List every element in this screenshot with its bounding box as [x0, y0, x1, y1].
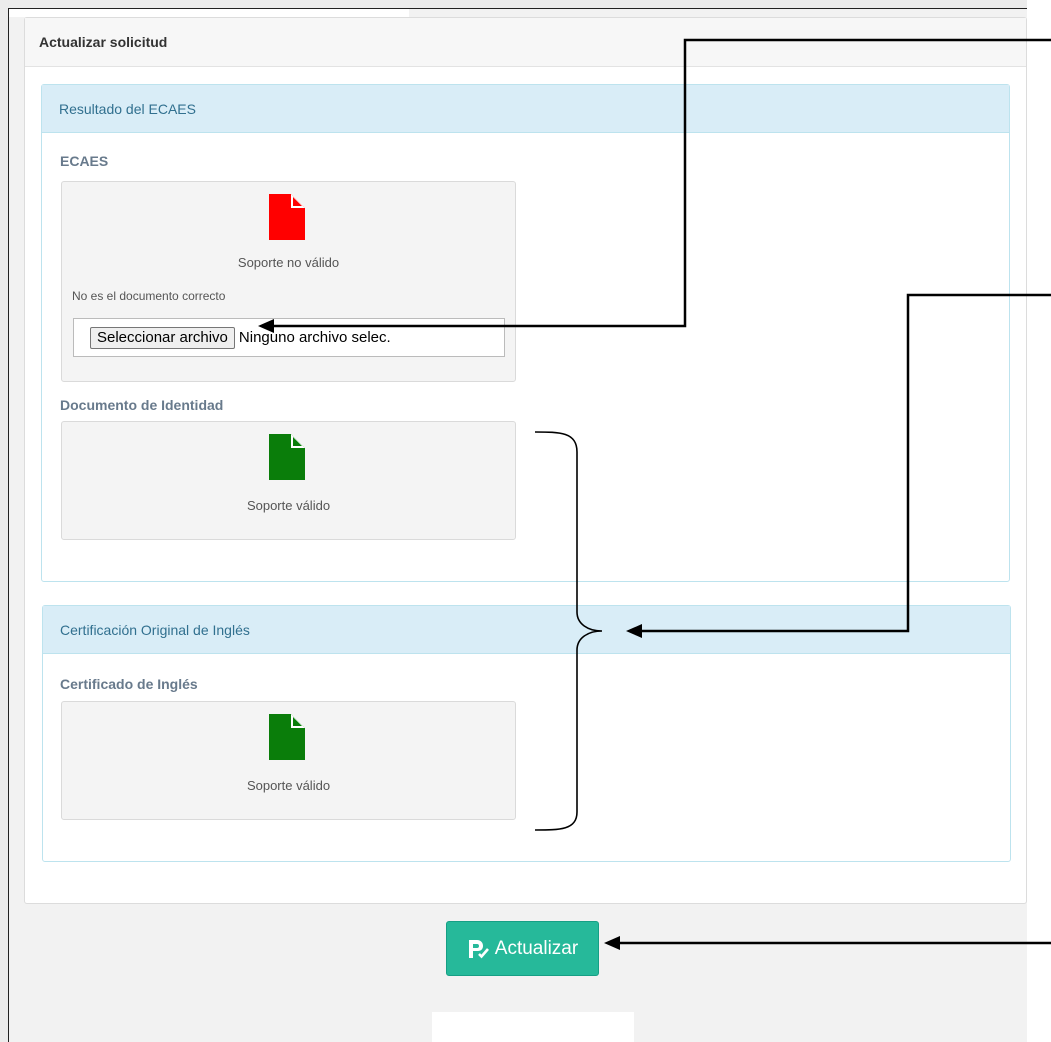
frame-corner: [9, 9, 409, 17]
file-signature-icon: [468, 939, 489, 958]
blank-area: [432, 1012, 634, 1042]
doc-card-english: Soporte válido: [61, 701, 516, 820]
update-button-label: Actualizar: [494, 937, 579, 959]
status-text: Soporte válido: [246, 778, 331, 793]
status-text: Soporte válido: [246, 498, 331, 513]
doc-card-identity: Soporte válido: [61, 421, 516, 540]
doc-card-ecaes: Soporte no válido No es el documento cor…: [61, 181, 516, 382]
panel-title: Actualizar solicitud: [25, 18, 1026, 67]
doc-label-identity: Documento de Identidad: [60, 397, 224, 413]
select-file-button[interactable]: Seleccionar archivo: [90, 326, 235, 349]
update-button[interactable]: Actualizar: [446, 921, 599, 976]
file-icon: [269, 714, 305, 760]
update-request-panel: Actualizar solicitud Resultado del ECAES…: [24, 17, 1027, 904]
status-note: No es el documento correcto: [72, 289, 226, 303]
no-file-selected-text: Ninguno archivo selec.: [238, 329, 391, 346]
section-ecaes-result: Resultado del ECAES ECAES Soporte no vál…: [41, 84, 1010, 582]
outer-margin: [1027, 0, 1051, 1042]
section-english-certification: Certificación Original de Inglés Certifi…: [42, 605, 1011, 862]
file-icon: [269, 434, 305, 480]
section-title: Resultado del ECAES: [42, 85, 1009, 133]
file-icon: [269, 194, 305, 240]
doc-label-english: Certificado de Inglés: [60, 676, 198, 692]
doc-label-ecaes: ECAES: [60, 153, 109, 169]
section-title: Certificación Original de Inglés: [43, 606, 1010, 654]
status-text: Soporte no válido: [237, 255, 340, 270]
file-input[interactable]: Seleccionar archivo Ninguno archivo sele…: [73, 318, 505, 357]
